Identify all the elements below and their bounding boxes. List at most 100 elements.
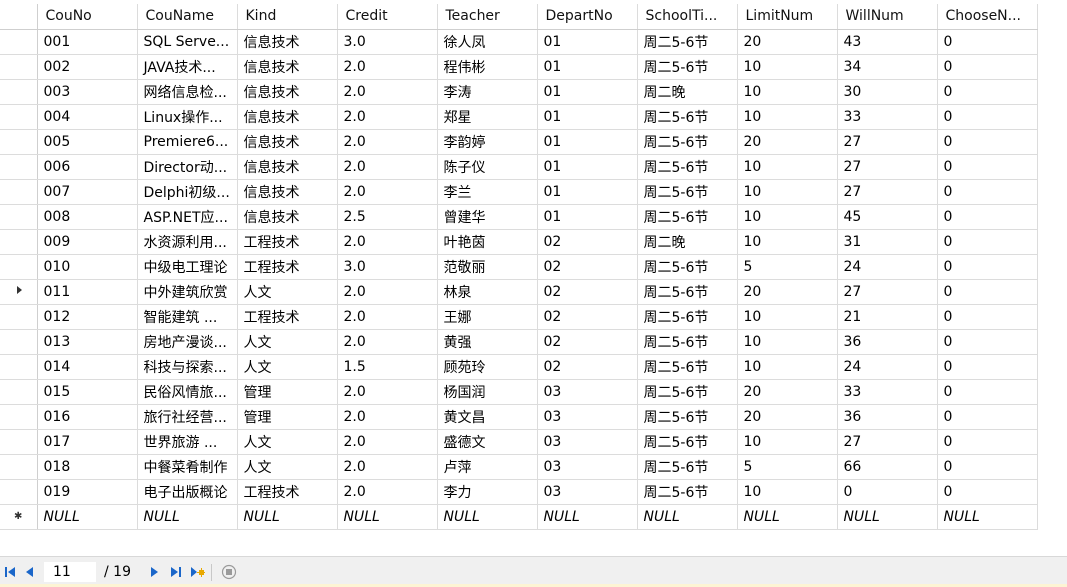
table-cell[interactable]: 林泉 — [437, 279, 538, 305]
table-cell[interactable]: 33 — [837, 104, 938, 130]
table-cell[interactable]: 旅行社经营... — [137, 404, 238, 430]
table-cell[interactable]: 0 — [937, 279, 1038, 305]
table-cell[interactable]: 03 — [537, 479, 638, 505]
table-cell[interactable]: 中餐菜肴制作 — [137, 454, 238, 480]
table-cell[interactable]: 3.0 — [337, 29, 438, 55]
row-header[interactable] — [0, 129, 38, 155]
table-cell[interactable]: 20 — [737, 379, 838, 405]
row-header[interactable] — [0, 179, 38, 205]
table-cell[interactable]: 10 — [737, 429, 838, 455]
table-cell[interactable]: 徐人凤 — [437, 29, 538, 55]
table-cell[interactable]: 信息技术 — [237, 179, 338, 205]
table-cell[interactable]: 015 — [37, 379, 138, 405]
table-cell[interactable]: 智能建筑 ... — [137, 304, 238, 330]
null-cell[interactable]: NULL — [337, 504, 438, 530]
table-cell[interactable]: 006 — [37, 154, 138, 180]
table-cell[interactable]: 0 — [937, 129, 1038, 155]
table-cell[interactable]: 范敬丽 — [437, 254, 538, 280]
table-cell[interactable]: 曾建华 — [437, 204, 538, 230]
table-cell[interactable]: 007 — [37, 179, 138, 205]
table-cell[interactable]: 周二5-6节 — [637, 129, 738, 155]
table-cell[interactable]: 01 — [537, 79, 638, 105]
table-cell[interactable]: 0 — [937, 254, 1038, 280]
table-cell[interactable]: 02 — [537, 329, 638, 355]
table-row[interactable]: 001 SQL Serve... 信息技术 3.0 徐人凤 01 周二5-6节 20 43 0 — [0, 29, 1038, 55]
table-cell[interactable]: 017 — [37, 429, 138, 455]
table-cell[interactable]: 02 — [537, 304, 638, 330]
row-header[interactable] — [0, 354, 38, 380]
table-cell[interactable]: 0 — [937, 54, 1038, 80]
table-cell[interactable]: 2.0 — [337, 379, 438, 405]
row-header[interactable] — [0, 54, 38, 80]
table-cell[interactable]: 10 — [737, 329, 838, 355]
table-cell[interactable]: 01 — [537, 129, 638, 155]
row-header[interactable] — [0, 229, 38, 255]
table-cell[interactable]: 工程技术 — [237, 304, 338, 330]
table-cell[interactable]: 周二5-6节 — [637, 304, 738, 330]
table-cell[interactable]: 10 — [737, 79, 838, 105]
table-cell[interactable]: 011 — [37, 279, 138, 305]
table-cell[interactable]: 03 — [537, 429, 638, 455]
table-cell[interactable]: 02 — [537, 254, 638, 280]
row-header-corner[interactable] — [0, 4, 38, 30]
table-cell[interactable]: 20 — [737, 404, 838, 430]
row-header[interactable] — [0, 204, 38, 230]
table-cell[interactable]: 27 — [837, 279, 938, 305]
table-cell[interactable]: 0 — [937, 454, 1038, 480]
null-cell[interactable]: NULL — [837, 504, 938, 530]
table-cell[interactable]: 程伟彬 — [437, 54, 538, 80]
table-row[interactable]: 016 旅行社经营... 管理 2.0 黄文昌 03 周二5-6节 20 36 0 — [0, 404, 1038, 430]
table-cell[interactable]: 周二5-6节 — [637, 329, 738, 355]
table-cell[interactable]: 10 — [737, 229, 838, 255]
table-cell[interactable]: 王娜 — [437, 304, 538, 330]
table-cell[interactable]: 周二5-6节 — [637, 179, 738, 205]
table-cell[interactable]: 2.0 — [337, 429, 438, 455]
table-cell[interactable]: 2.0 — [337, 304, 438, 330]
null-cell[interactable]: NULL — [237, 504, 338, 530]
table-cell[interactable]: 2.0 — [337, 154, 438, 180]
table-cell[interactable]: 66 — [837, 454, 938, 480]
table-cell[interactable]: 中级电工理论 — [137, 254, 238, 280]
table-cell[interactable]: 信息技术 — [237, 29, 338, 55]
new-record-row[interactable]: ✱ NULL NULL NULL NULL NULL NULL NULL NULL NULL NUL… — [0, 504, 1038, 530]
table-cell[interactable]: 2.0 — [337, 329, 438, 355]
table-cell[interactable]: Director动... — [137, 154, 238, 180]
table-cell[interactable]: 2.5 — [337, 204, 438, 230]
null-cell[interactable]: NULL — [137, 504, 238, 530]
table-cell[interactable]: 2.0 — [337, 479, 438, 505]
table-cell[interactable]: 03 — [537, 454, 638, 480]
column-header[interactable]: DepartNo — [537, 4, 638, 30]
table-cell[interactable]: 工程技术 — [237, 479, 338, 505]
table-cell[interactable]: 0 — [937, 329, 1038, 355]
table-cell[interactable]: 5 — [737, 254, 838, 280]
row-header[interactable] — [0, 279, 38, 305]
table-cell[interactable]: 周二5-6节 — [637, 29, 738, 55]
table-cell[interactable]: 0 — [937, 379, 1038, 405]
table-cell[interactable]: 陈子仪 — [437, 154, 538, 180]
table-row[interactable]: 009 水资源利用... 工程技术 2.0 叶艳茵 02 周二晚 10 31 0 — [0, 229, 1038, 255]
null-cell[interactable]: NULL — [637, 504, 738, 530]
table-cell[interactable]: 2.0 — [337, 104, 438, 130]
table-cell[interactable]: 工程技术 — [237, 254, 338, 280]
column-header[interactable]: Kind — [237, 4, 338, 30]
table-cell[interactable]: 36 — [837, 404, 938, 430]
table-cell[interactable]: 黄文昌 — [437, 404, 538, 430]
row-header[interactable] — [0, 29, 38, 55]
table-cell[interactable]: 27 — [837, 129, 938, 155]
table-cell[interactable]: 36 — [837, 329, 938, 355]
null-cell[interactable]: NULL — [437, 504, 538, 530]
table-cell[interactable]: 周二晚 — [637, 229, 738, 255]
table-cell[interactable]: 水资源利用... — [137, 229, 238, 255]
table-cell[interactable]: 03 — [537, 379, 638, 405]
table-cell[interactable]: 周二5-6节 — [637, 154, 738, 180]
table-cell[interactable]: 2.0 — [337, 129, 438, 155]
table-cell[interactable]: 卢萍 — [437, 454, 538, 480]
table-cell[interactable]: 周二5-6节 — [637, 54, 738, 80]
table-cell[interactable]: 李涛 — [437, 79, 538, 105]
table-cell[interactable]: Linux操作... — [137, 104, 238, 130]
table-cell[interactable]: 21 — [837, 304, 938, 330]
table-cell[interactable]: 010 — [37, 254, 138, 280]
table-cell[interactable]: 10 — [737, 479, 838, 505]
table-cell[interactable]: 人文 — [237, 429, 338, 455]
table-cell[interactable]: 周二5-6节 — [637, 279, 738, 305]
